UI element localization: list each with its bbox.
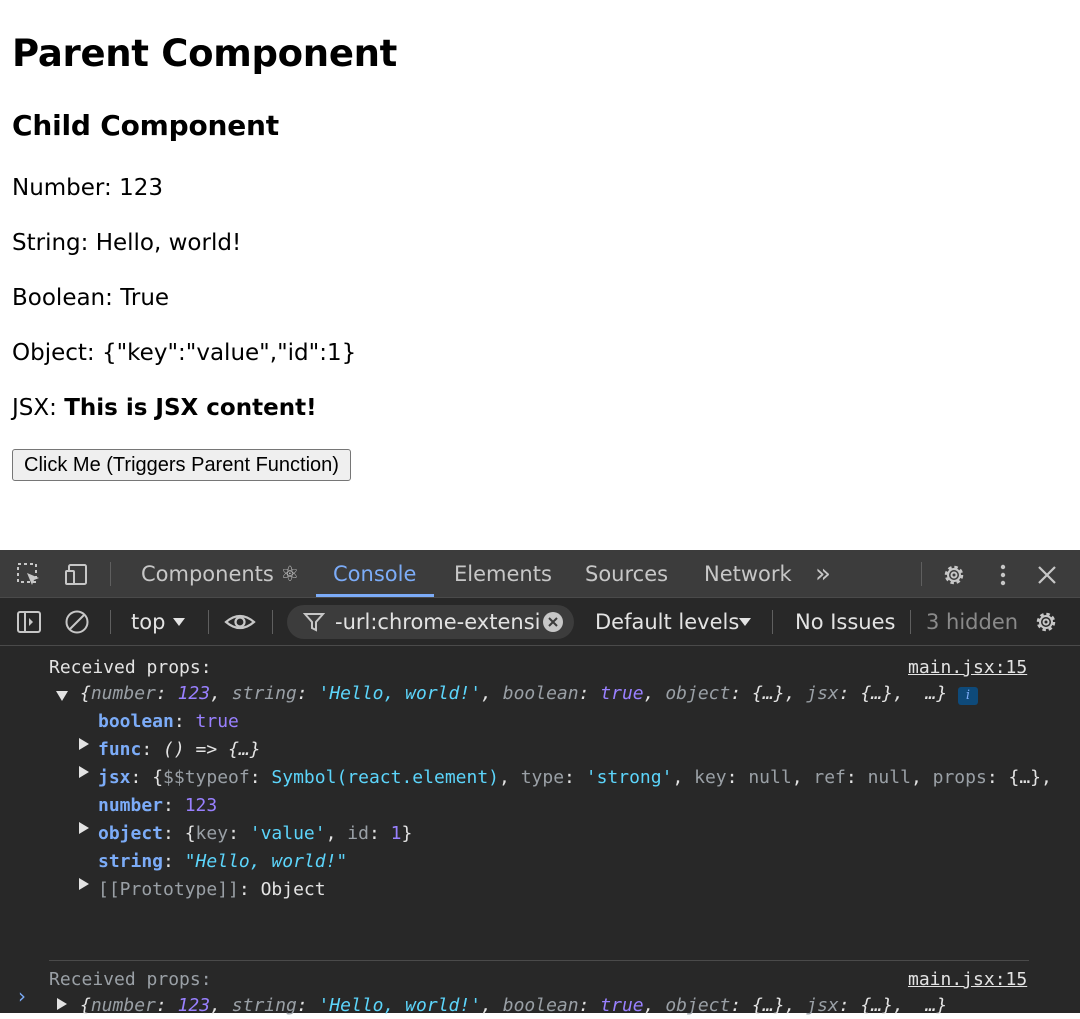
message-divider — [49, 960, 1029, 961]
issues-button[interactable]: No Issues — [795, 598, 895, 646]
inspect-element-icon[interactable] — [16, 562, 42, 588]
tab-console[interactable]: Console — [333, 550, 416, 598]
trigger-parent-button[interactable]: Click Me (Triggers Parent Function) — [12, 449, 351, 481]
number-line: Number: 123 — [12, 175, 163, 201]
filter-input[interactable]: -url:chrome-extensio — [335, 605, 539, 639]
devtools-panel: Components ⚛ Console Elements Sources Ne… — [0, 550, 1080, 1016]
clear-console-icon[interactable] — [64, 609, 90, 635]
log-levels-dropdown[interactable]: Default levels — [595, 598, 739, 646]
toolbar-divider-1 — [110, 610, 111, 634]
hidden-count: 3 hidden — [926, 610, 1019, 634]
tab-network[interactable]: Network — [704, 550, 792, 598]
tabbar-divider — [110, 562, 111, 586]
source-link[interactable]: main.jsx:15 — [908, 967, 1027, 993]
object-summary[interactable]: {number: 123, string: 'Hello, world!', b… — [80, 681, 947, 707]
console-output: Received props: main.jsx:15 {number: 123… — [0, 646, 1080, 1016]
filter-funnel-icon — [303, 613, 325, 632]
tab-components[interactable]: Components ⚛ — [141, 550, 299, 598]
expand-triangle-icon[interactable] — [79, 878, 89, 890]
object-label: Object: — [12, 340, 95, 366]
log-message-title: Received props: — [49, 969, 212, 990]
prop-row-boolean: boolean: true — [98, 711, 239, 732]
prop-row-object[interactable]: object: {key: 'value', id: 1} — [98, 821, 412, 847]
number-label: Number: — [12, 175, 112, 201]
tabbar-divider-right — [921, 562, 922, 586]
object-summary[interactable]: {number: 123, string: 'Hello, world!', b… — [80, 993, 947, 1019]
context-chevron-down-icon[interactable] — [172, 615, 186, 629]
context-selector[interactable]: top — [131, 598, 165, 646]
kebab-menu-icon[interactable] — [990, 562, 1016, 588]
close-devtools-icon[interactable] — [1034, 562, 1060, 588]
sidebar-toggle-icon[interactable] — [16, 609, 42, 635]
log-message-title: Received props: — [49, 657, 212, 678]
source-link[interactable]: main.jsx:15 — [908, 655, 1027, 681]
active-tab-indicator — [316, 594, 434, 597]
toolbar-divider-4 — [772, 610, 773, 634]
toolbar-divider-5 — [910, 610, 911, 634]
jsx-label: JSX: — [12, 395, 57, 421]
console-prompt[interactable]: › — [18, 984, 26, 1008]
string-label: String: — [12, 230, 89, 256]
string-line: String: Hello, world! — [12, 230, 241, 256]
tab-elements[interactable]: Elements — [454, 550, 552, 598]
console-filter[interactable]: -url:chrome-extensio — [287, 605, 574, 639]
prop-row-string: string: "Hello, world!" — [98, 851, 348, 872]
boolean-label: Boolean: — [12, 285, 113, 311]
object-line: Object: {"key":"value","id":1} — [12, 340, 356, 366]
info-icon[interactable]: i — [958, 687, 978, 705]
console-toolbar: top -url:chrome-extensio Default levels … — [0, 598, 1080, 646]
expand-triangle-icon[interactable] — [79, 738, 89, 750]
number-value: 123 — [119, 175, 163, 201]
tab-sources[interactable]: Sources — [585, 550, 668, 598]
prop-row-func[interactable]: func: () => {…} — [98, 737, 261, 763]
levels-chevron-down-icon[interactable] — [738, 615, 752, 629]
toolbar-divider-3 — [272, 610, 273, 634]
live-expression-eye-icon[interactable] — [224, 609, 256, 635]
prop-row-jsx[interactable]: jsx: {$$typeof: Symbol(react.element), t… — [98, 765, 1052, 791]
app-page: Parent Component Child Component Number:… — [0, 0, 1080, 550]
prop-row-prototype[interactable]: [[Prototype]]: Object — [98, 877, 326, 903]
string-value: Hello, world! — [95, 230, 242, 256]
more-tabs-icon[interactable]: » — [815, 550, 831, 598]
prop-row-number: number: 123 — [98, 795, 218, 816]
collapse-triangle-icon[interactable] — [56, 691, 68, 701]
parent-heading: Parent Component — [12, 32, 398, 75]
object-value: {"key":"value","id":1} — [101, 340, 357, 366]
console-settings-gear-icon[interactable] — [1033, 609, 1059, 635]
devtools-tabbar: Components ⚛ Console Elements Sources Ne… — [0, 550, 1080, 598]
jsx-line: JSX: This is JSX content! — [12, 395, 317, 421]
clear-filter-icon[interactable] — [542, 611, 564, 633]
expand-triangle-icon[interactable] — [57, 998, 67, 1010]
boolean-line: Boolean: True — [12, 285, 169, 311]
toolbar-divider-2 — [208, 610, 209, 634]
jsx-content: This is JSX content! — [64, 395, 317, 421]
settings-gear-icon[interactable] — [941, 562, 967, 588]
expand-triangle-icon[interactable] — [79, 766, 89, 778]
child-heading: Child Component — [12, 109, 279, 142]
expand-triangle-icon[interactable] — [79, 822, 89, 834]
boolean-value: True — [120, 285, 170, 311]
device-toolbar-icon[interactable] — [64, 562, 90, 588]
